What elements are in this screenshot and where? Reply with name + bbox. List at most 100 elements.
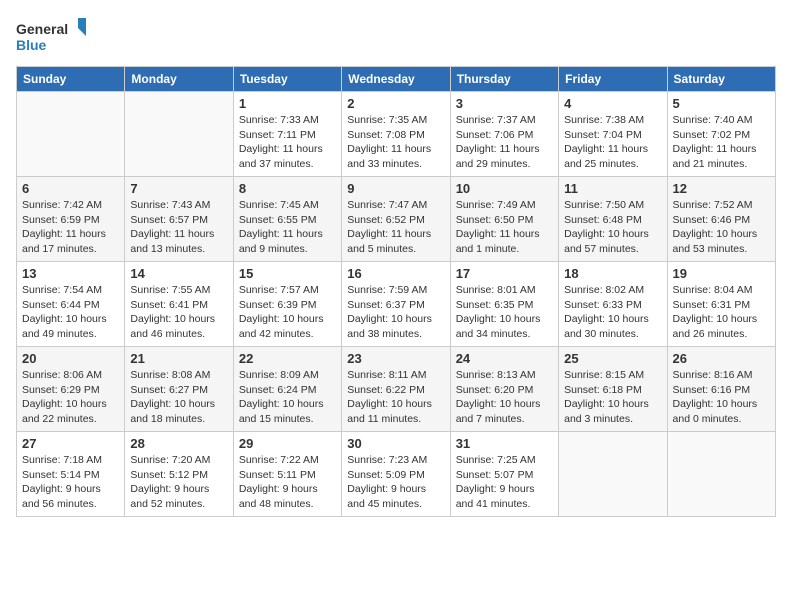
day-number: 2	[347, 96, 444, 111]
header-sunday: Sunday	[17, 67, 125, 92]
day-cell: 26Sunrise: 8:16 AM Sunset: 6:16 PM Dayli…	[667, 347, 775, 432]
day-cell: 2 Sunrise: 7:35 AM Sunset: 7:08 PM Daylig…	[342, 92, 450, 177]
day-cell: 9 Sunrise: 7:47 AM Sunset: 6:52 PM Daylig…	[342, 177, 450, 262]
day-cell: 5 Sunrise: 7:40 AM Sunset: 7:02 PM Daylig…	[667, 92, 775, 177]
day-number: 8	[239, 181, 336, 196]
day-info: Sunrise: 7:43 AM Sunset: 6:57 PM Dayligh…	[130, 198, 227, 257]
header-tuesday: Tuesday	[233, 67, 341, 92]
day-info: Sunrise: 7:52 AM Sunset: 6:46 PM Dayligh…	[673, 198, 770, 257]
day-info: Sunrise: 7:35 AM Sunset: 7:08 PM Dayligh…	[347, 113, 444, 172]
day-info: Sunrise: 7:55 AM Sunset: 6:41 PM Dayligh…	[130, 283, 227, 342]
day-info: Sunrise: 7:38 AM Sunset: 7:04 PM Dayligh…	[564, 113, 661, 172]
day-number: 27	[22, 436, 119, 451]
day-cell	[667, 432, 775, 517]
day-number: 5	[673, 96, 770, 111]
day-cell: 24 Sunrise: 8:13 AM Sunset: 6:20 PM Dayli…	[450, 347, 558, 432]
day-number: 3	[456, 96, 553, 111]
day-cell: 23 Sunrise: 8:11 AM Sunset: 6:22 PM Dayli…	[342, 347, 450, 432]
day-number: 18	[564, 266, 661, 281]
day-number: 24	[456, 351, 553, 366]
day-cell: 16 Sunrise: 7:59 AM Sunset: 6:37 PM Dayli…	[342, 262, 450, 347]
svg-text:General: General	[16, 21, 68, 37]
day-info: Sunrise: 7:49 AM Sunset: 6:50 PM Dayligh…	[456, 198, 553, 257]
logo: General Blue	[16, 16, 86, 58]
day-number: 25	[564, 351, 661, 366]
day-number: 9	[347, 181, 444, 196]
day-number: 19	[673, 266, 770, 281]
header-wednesday: Wednesday	[342, 67, 450, 92]
day-cell: 1 Sunrise: 7:33 AM Sunset: 7:11 PM Daylig…	[233, 92, 341, 177]
week-row-1: 6Sunrise: 7:42 AM Sunset: 6:59 PM Daylig…	[17, 177, 776, 262]
week-row-4: 27 Sunrise: 7:18 AM Sunset: 5:14 PM Dayli…	[17, 432, 776, 517]
day-info: Sunrise: 8:09 AM Sunset: 6:24 PM Dayligh…	[239, 368, 336, 427]
day-number: 12	[673, 181, 770, 196]
day-cell	[559, 432, 667, 517]
day-info: Sunrise: 8:11 AM Sunset: 6:22 PM Dayligh…	[347, 368, 444, 427]
day-info: Sunrise: 8:02 AM Sunset: 6:33 PM Dayligh…	[564, 283, 661, 342]
day-cell: 31 Sunrise: 7:25 AM Sunset: 5:07 PM Dayli…	[450, 432, 558, 517]
day-info: Sunrise: 8:13 AM Sunset: 6:20 PM Dayligh…	[456, 368, 553, 427]
day-cell: 29 Sunrise: 7:22 AM Sunset: 5:11 PM Dayli…	[233, 432, 341, 517]
day-number: 10	[456, 181, 553, 196]
day-info: Sunrise: 7:50 AM Sunset: 6:48 PM Dayligh…	[564, 198, 661, 257]
day-number: 15	[239, 266, 336, 281]
week-row-2: 13 Sunrise: 7:54 AM Sunset: 6:44 PM Dayli…	[17, 262, 776, 347]
day-cell: 10 Sunrise: 7:49 AM Sunset: 6:50 PM Dayli…	[450, 177, 558, 262]
day-cell: 19 Sunrise: 8:04 AM Sunset: 6:31 PM Dayli…	[667, 262, 775, 347]
day-cell: 15 Sunrise: 7:57 AM Sunset: 6:39 PM Dayli…	[233, 262, 341, 347]
day-cell: 27 Sunrise: 7:18 AM Sunset: 5:14 PM Dayli…	[17, 432, 125, 517]
day-info: Sunrise: 7:47 AM Sunset: 6:52 PM Dayligh…	[347, 198, 444, 257]
day-number: 16	[347, 266, 444, 281]
header-thursday: Thursday	[450, 67, 558, 92]
day-cell: 30 Sunrise: 7:23 AM Sunset: 5:09 PM Dayli…	[342, 432, 450, 517]
day-number: 21	[130, 351, 227, 366]
day-cell: 25Sunrise: 8:15 AM Sunset: 6:18 PM Dayli…	[559, 347, 667, 432]
header-friday: Friday	[559, 67, 667, 92]
day-cell: 28Sunrise: 7:20 AM Sunset: 5:12 PM Dayli…	[125, 432, 233, 517]
day-info: Sunrise: 7:42 AM Sunset: 6:59 PM Dayligh…	[22, 198, 119, 257]
page-header: General Blue	[16, 16, 776, 58]
day-info: Sunrise: 7:18 AM Sunset: 5:14 PM Dayligh…	[22, 453, 119, 512]
day-cell	[17, 92, 125, 177]
day-info: Sunrise: 7:40 AM Sunset: 7:02 PM Dayligh…	[673, 113, 770, 172]
calendar-header-row: SundayMondayTuesdayWednesdayThursdayFrid…	[17, 67, 776, 92]
day-info: Sunrise: 8:04 AM Sunset: 6:31 PM Dayligh…	[673, 283, 770, 342]
day-info: Sunrise: 7:54 AM Sunset: 6:44 PM Dayligh…	[22, 283, 119, 342]
logo-svg: General Blue	[16, 16, 86, 58]
day-number: 29	[239, 436, 336, 451]
day-cell: 13 Sunrise: 7:54 AM Sunset: 6:44 PM Dayli…	[17, 262, 125, 347]
calendar-table: SundayMondayTuesdayWednesdayThursdayFrid…	[16, 66, 776, 517]
day-number: 14	[130, 266, 227, 281]
day-cell: 21Sunrise: 8:08 AM Sunset: 6:27 PM Dayli…	[125, 347, 233, 432]
day-number: 31	[456, 436, 553, 451]
day-info: Sunrise: 7:37 AM Sunset: 7:06 PM Dayligh…	[456, 113, 553, 172]
day-number: 1	[239, 96, 336, 111]
day-info: Sunrise: 7:25 AM Sunset: 5:07 PM Dayligh…	[456, 453, 553, 512]
day-cell: 3 Sunrise: 7:37 AM Sunset: 7:06 PM Daylig…	[450, 92, 558, 177]
day-info: Sunrise: 7:59 AM Sunset: 6:37 PM Dayligh…	[347, 283, 444, 342]
day-cell: 4Sunrise: 7:38 AM Sunset: 7:04 PM Daylig…	[559, 92, 667, 177]
day-cell: 6Sunrise: 7:42 AM Sunset: 6:59 PM Daylig…	[17, 177, 125, 262]
day-info: Sunrise: 7:33 AM Sunset: 7:11 PM Dayligh…	[239, 113, 336, 172]
day-number: 17	[456, 266, 553, 281]
day-info: Sunrise: 8:16 AM Sunset: 6:16 PM Dayligh…	[673, 368, 770, 427]
day-cell: 7Sunrise: 7:43 AM Sunset: 6:57 PM Daylig…	[125, 177, 233, 262]
week-row-0: 1 Sunrise: 7:33 AM Sunset: 7:11 PM Daylig…	[17, 92, 776, 177]
day-number: 23	[347, 351, 444, 366]
day-number: 22	[239, 351, 336, 366]
day-cell: 14 Sunrise: 7:55 AM Sunset: 6:41 PM Dayli…	[125, 262, 233, 347]
day-cell: 17Sunrise: 8:01 AM Sunset: 6:35 PM Dayli…	[450, 262, 558, 347]
svg-text:Blue: Blue	[16, 37, 47, 53]
day-info: Sunrise: 7:23 AM Sunset: 5:09 PM Dayligh…	[347, 453, 444, 512]
day-number: 30	[347, 436, 444, 451]
day-cell: 8Sunrise: 7:45 AM Sunset: 6:55 PM Daylig…	[233, 177, 341, 262]
week-row-3: 20Sunrise: 8:06 AM Sunset: 6:29 PM Dayli…	[17, 347, 776, 432]
day-number: 28	[130, 436, 227, 451]
day-cell: 18 Sunrise: 8:02 AM Sunset: 6:33 PM Dayli…	[559, 262, 667, 347]
header-saturday: Saturday	[667, 67, 775, 92]
day-cell: 12 Sunrise: 7:52 AM Sunset: 6:46 PM Dayli…	[667, 177, 775, 262]
day-number: 13	[22, 266, 119, 281]
day-number: 11	[564, 181, 661, 196]
day-info: Sunrise: 7:57 AM Sunset: 6:39 PM Dayligh…	[239, 283, 336, 342]
day-info: Sunrise: 7:22 AM Sunset: 5:11 PM Dayligh…	[239, 453, 336, 512]
